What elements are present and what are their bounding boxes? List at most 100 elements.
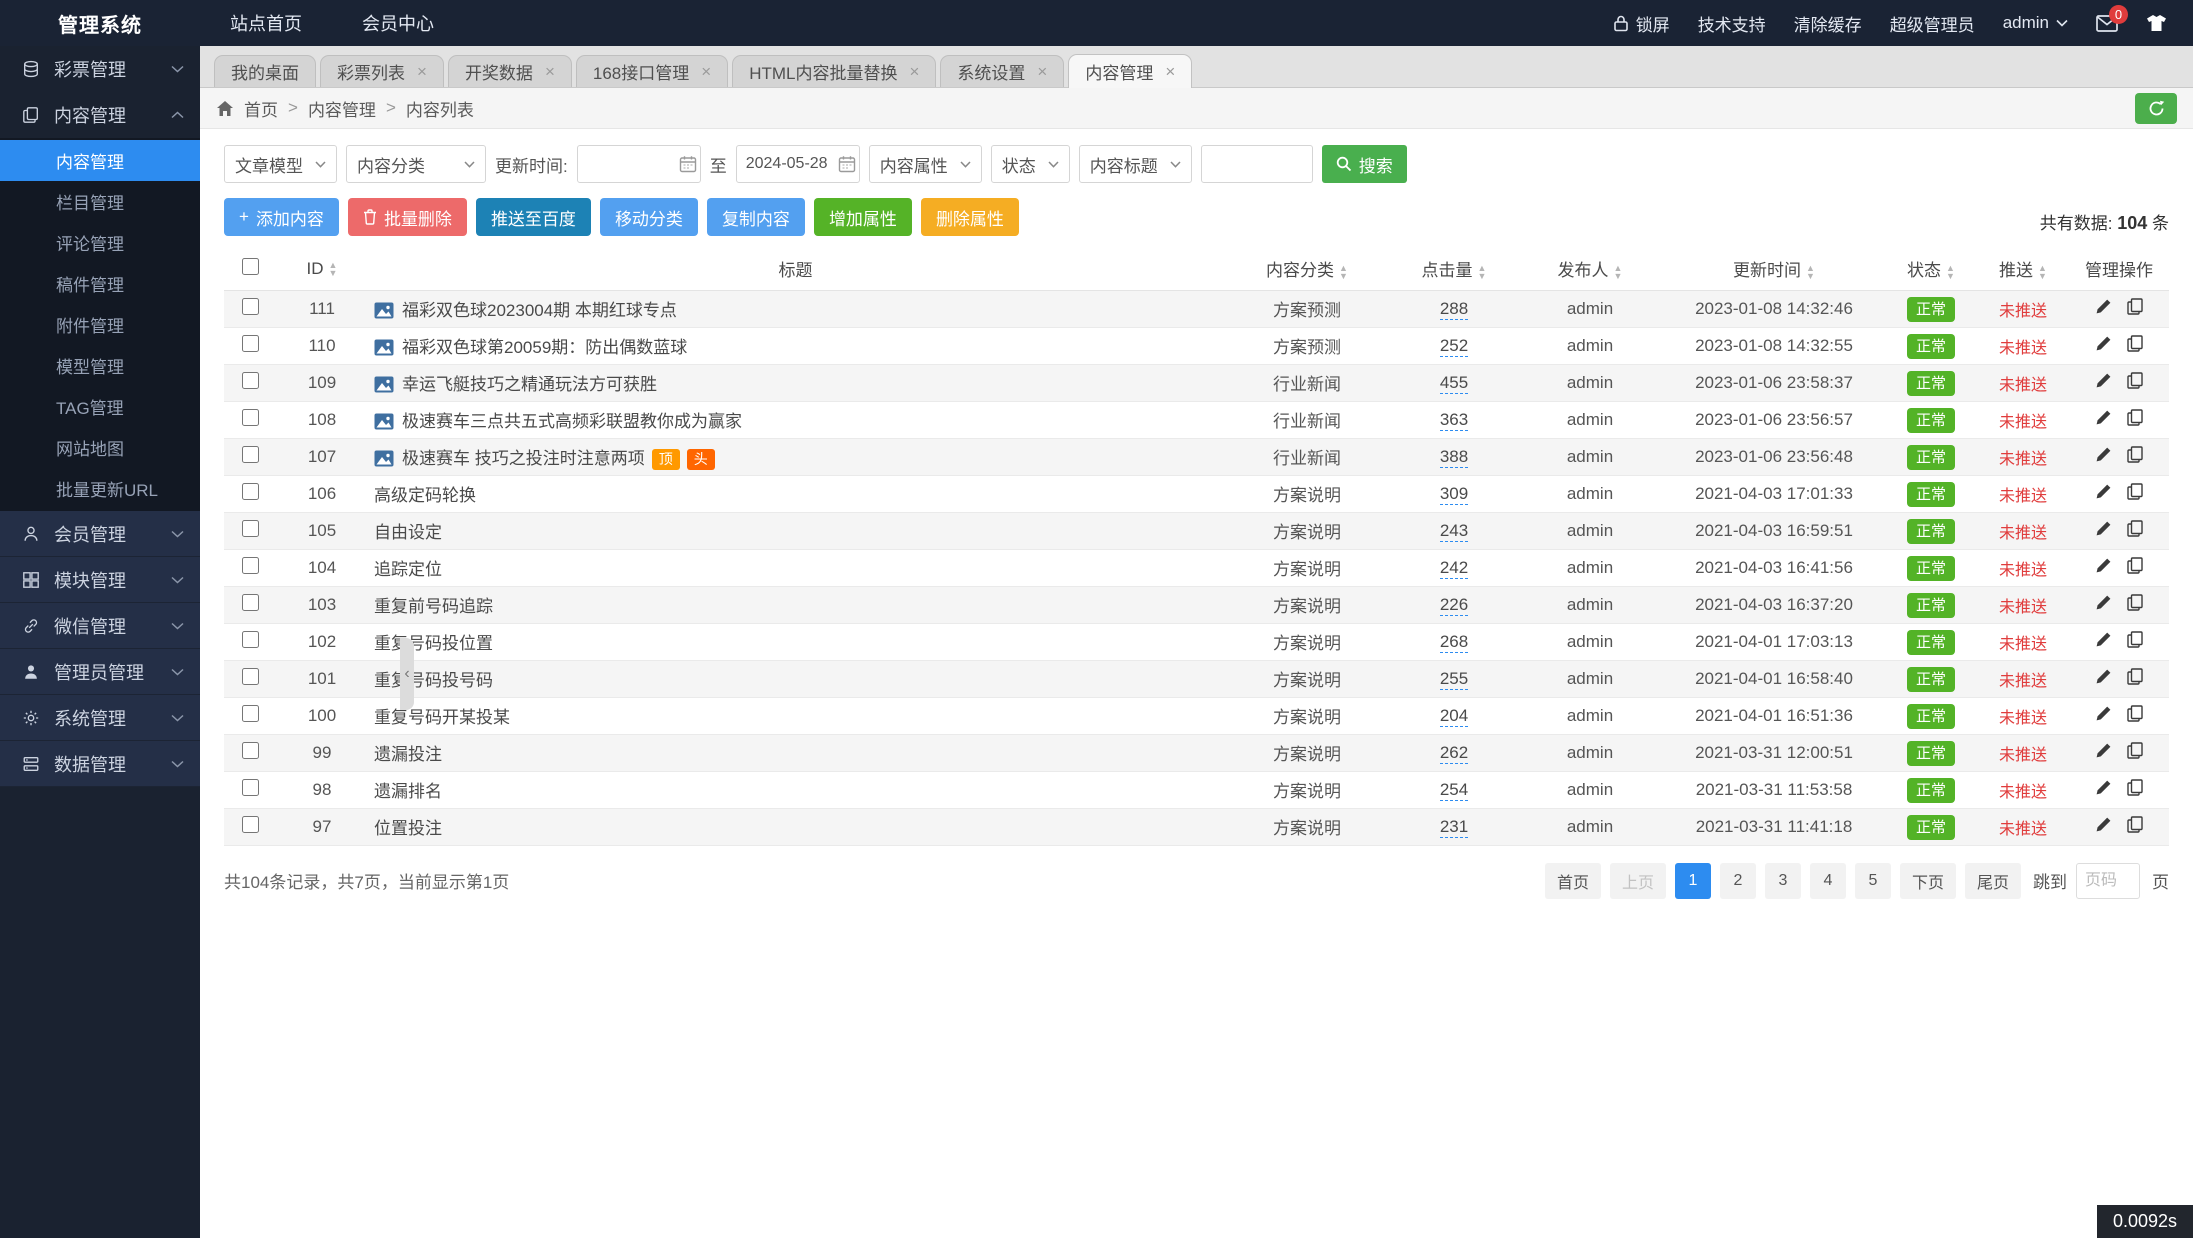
header-publisher[interactable]: 发布人 ▲ ▼ <box>1517 248 1663 291</box>
select-all-checkbox[interactable] <box>241 257 259 275</box>
row-checkbox[interactable] <box>241 778 259 796</box>
row-title-link[interactable]: 遗漏排名 <box>374 782 442 801</box>
sidebar-group-admin[interactable]: 管理员管理 <box>0 649 200 695</box>
status-badge[interactable]: 正常 <box>1906 630 1955 655</box>
sort-icon[interactable]: ▲ ▼ <box>329 261 338 278</box>
edit-icon[interactable] <box>2095 705 2112 722</box>
status-badge[interactable]: 正常 <box>1906 519 1955 544</box>
sort-icon[interactable]: ▲ ▼ <box>2038 263 2047 280</box>
push-status[interactable]: 未推送 <box>1999 525 2047 542</box>
status-badge[interactable]: 正常 <box>1906 445 1955 470</box>
tab-content-manage[interactable]: 内容管理 × <box>1068 54 1193 88</box>
tab-draw-data[interactable]: 开奖数据 × <box>447 55 572 87</box>
move-category-button[interactable]: 移动分类 <box>599 198 698 236</box>
status-badge[interactable]: 正常 <box>1906 778 1955 803</box>
sidebar-item-batch-update-url[interactable]: 批量更新URL <box>0 468 200 509</box>
page-button-5[interactable]: 5 <box>1854 862 1891 899</box>
row-checkbox[interactable] <box>241 482 259 500</box>
row-clicks-link[interactable]: 252 <box>1439 335 1469 357</box>
sidebar-group-data[interactable]: 数据管理 <box>0 741 200 787</box>
keyword-input[interactable] <box>1200 145 1313 183</box>
push-status[interactable]: 未推送 <box>1999 562 2047 579</box>
header-category[interactable]: 内容分类 ▲ ▼ <box>1223 248 1391 291</box>
close-icon[interactable]: × <box>909 62 919 82</box>
user-menu[interactable]: admin <box>2003 13 2068 33</box>
row-clicks-link[interactable]: 204 <box>1439 705 1469 727</box>
edit-icon[interactable] <box>2095 446 2112 463</box>
copy-icon[interactable] <box>2127 445 2143 463</box>
sidebar-collapse-handle[interactable]: ‹ <box>400 638 414 710</box>
sidebar-item-attachment-manage[interactable]: 附件管理 <box>0 304 200 345</box>
row-title-link[interactable]: 重复号码开某投某 <box>374 708 510 727</box>
sidebar-item-column-manage[interactable]: 栏目管理 <box>0 181 200 222</box>
row-clicks-link[interactable]: 309 <box>1439 483 1469 505</box>
copy-icon[interactable] <box>2127 815 2143 833</box>
row-checkbox[interactable] <box>241 667 259 685</box>
edit-icon[interactable] <box>2095 335 2112 352</box>
push-status[interactable]: 未推送 <box>1999 451 2047 468</box>
copy-icon[interactable] <box>2127 408 2143 426</box>
push-status[interactable]: 未推送 <box>1999 821 2047 838</box>
sidebar-item-sitemap[interactable]: 网站地图 <box>0 427 200 468</box>
status-badge[interactable]: 正常 <box>1906 741 1955 766</box>
content-category-select[interactable]: 内容分类 <box>346 145 486 183</box>
breadcrumb-content-list[interactable]: 内容列表 <box>406 96 474 121</box>
row-title-link[interactable]: 极速赛车三点共五式高频彩联盟教你成为赢家 <box>402 412 742 431</box>
tech-support-link[interactable]: 技术支持 <box>1698 11 1766 36</box>
row-title-link[interactable]: 自由设定 <box>374 523 442 542</box>
copy-icon[interactable] <box>2127 371 2143 389</box>
sidebar-group-system[interactable]: 系统管理 <box>0 695 200 741</box>
row-checkbox[interactable] <box>241 297 259 315</box>
tab-system-settings[interactable]: 系统设置 × <box>940 55 1065 87</box>
page-button-3[interactable]: 3 <box>1764 862 1801 899</box>
sort-icon[interactable]: ▲ ▼ <box>1614 263 1623 280</box>
tab-my-desktop[interactable]: 我的桌面 <box>214 55 316 87</box>
push-status[interactable]: 未推送 <box>1999 747 2047 764</box>
row-clicks-link[interactable]: 231 <box>1439 816 1469 838</box>
row-title-link[interactable]: 高级定码轮换 <box>374 486 476 505</box>
sidebar-item-content-manage[interactable]: 内容管理 <box>0 140 200 181</box>
row-title-link[interactable]: 福彩双色球第20059期：防出偶数蓝球 <box>402 338 687 357</box>
row-checkbox[interactable] <box>241 408 259 426</box>
close-icon[interactable]: × <box>1165 62 1175 82</box>
push-status[interactable]: 未推送 <box>1999 636 2047 653</box>
edit-icon[interactable] <box>2095 520 2112 537</box>
copy-icon[interactable] <box>2127 519 2143 537</box>
content-attr-select[interactable]: 内容属性 <box>868 145 982 183</box>
page-button-2[interactable]: 2 <box>1719 862 1756 899</box>
copy-icon[interactable] <box>2127 778 2143 796</box>
sort-icon[interactable]: ▲ ▼ <box>1339 263 1348 280</box>
row-checkbox[interactable] <box>241 334 259 352</box>
copy-content-button[interactable]: 复制内容 <box>706 198 805 236</box>
row-checkbox[interactable] <box>241 371 259 389</box>
messages-button[interactable]: 0 <box>2096 4 2128 32</box>
push-status[interactable]: 未推送 <box>1999 414 2047 431</box>
row-clicks-link[interactable]: 226 <box>1439 594 1469 616</box>
copy-icon[interactable] <box>2127 630 2143 648</box>
push-status[interactable]: 未推送 <box>1999 599 2047 616</box>
push-baidu-button[interactable]: 推送至百度 <box>475 198 591 236</box>
sidebar-item-draft-manage[interactable]: 稿件管理 <box>0 263 200 304</box>
tab-168-api[interactable]: 168接口管理 × <box>575 55 729 87</box>
sidebar-item-tag-manage[interactable]: TAG管理 <box>0 386 200 427</box>
prev-page-button[interactable]: 上页 <box>1609 862 1666 899</box>
copy-icon[interactable] <box>2127 593 2143 611</box>
delete-attr-button[interactable]: 删除属性 <box>920 198 1019 236</box>
edit-icon[interactable] <box>2095 372 2112 389</box>
push-status[interactable]: 未推送 <box>1999 377 2047 394</box>
nav-site-home[interactable]: 站点首页 <box>200 0 332 46</box>
edit-icon[interactable] <box>2095 779 2112 796</box>
refresh-button[interactable] <box>2135 92 2177 124</box>
sort-icon[interactable]: ▲ ▼ <box>1806 263 1815 280</box>
copy-icon[interactable] <box>2127 297 2143 315</box>
row-clicks-link[interactable]: 254 <box>1439 779 1469 801</box>
date-to-field[interactable] <box>735 145 860 183</box>
push-status[interactable]: 未推送 <box>1999 303 2047 320</box>
close-icon[interactable]: × <box>701 62 711 82</box>
edit-icon[interactable] <box>2095 409 2112 426</box>
sidebar-item-model-manage[interactable]: 模型管理 <box>0 345 200 386</box>
date-from-field[interactable] <box>576 145 701 183</box>
status-badge[interactable]: 正常 <box>1906 334 1955 359</box>
status-badge[interactable]: 正常 <box>1906 667 1955 692</box>
push-status[interactable]: 未推送 <box>1999 710 2047 727</box>
